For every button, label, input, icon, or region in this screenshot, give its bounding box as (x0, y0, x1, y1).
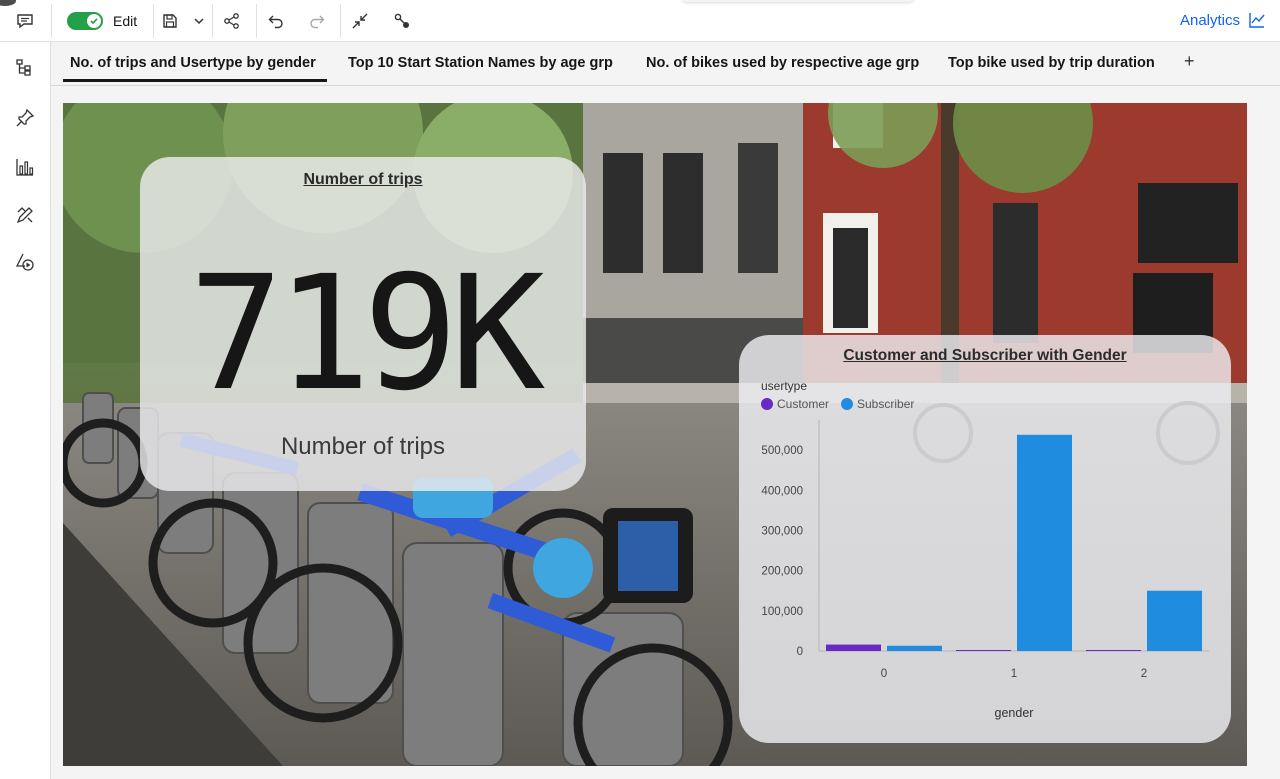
kpi-number-of-trips[interactable]: Number of trips 719K Number of trips (140, 157, 586, 491)
y-tick-label: 100,000 (761, 606, 803, 618)
kpi-title: Number of trips (303, 171, 423, 188)
y-tick-label: 300,000 (761, 525, 803, 537)
connect-icon[interactable] (390, 9, 414, 33)
tab-trips-usertype-gender[interactable]: No. of trips and Usertype by gender (70, 55, 316, 71)
toolbar-divider (212, 4, 213, 38)
dashboard-canvas: Number of trips 719K Number of trips Cus… (63, 103, 1247, 766)
tab-top-10-start-stations[interactable]: Top 10 Start Station Names by age grp (348, 55, 613, 71)
redo-icon[interactable] (305, 9, 329, 33)
shapes-play-icon[interactable] (13, 250, 37, 274)
undo-icon[interactable] (264, 9, 288, 33)
bar-subscriber-gender-1 (1017, 434, 1072, 651)
tab-top-bike-trip-duration[interactable]: Top bike used by trip duration (948, 55, 1155, 71)
top-toolbar: Edit Analytics (0, 0, 1280, 42)
share-icon[interactable] (220, 9, 244, 33)
comment-icon[interactable] (13, 9, 37, 33)
y-tick-label: 500,000 (761, 445, 803, 457)
x-axis-label: gender (995, 706, 1034, 720)
toolbar-divider (256, 4, 257, 38)
chart-customer-subscriber-gender[interactable]: Customer and Subscriber with Gender user… (739, 335, 1231, 743)
save-icon[interactable] (158, 9, 182, 33)
kpi-label: Number of trips (280, 433, 446, 460)
edit-toggle[interactable] (67, 12, 103, 30)
paint-tools-icon[interactable] (13, 203, 37, 227)
toolbar-divider (340, 4, 341, 38)
add-tab-button[interactable]: + (1184, 51, 1195, 72)
left-rail (0, 42, 51, 779)
bar-subscriber-gender-2 (1147, 590, 1202, 651)
y-tick-label: 400,000 (761, 485, 803, 497)
toolbar-divider (153, 4, 154, 38)
bar-subscriber-gender-0 (887, 645, 942, 651)
toolbar-divider (51, 4, 52, 38)
avatar-blob (0, 0, 16, 6)
x-tick-label: 0 (881, 668, 887, 680)
bar-chart-icon[interactable] (13, 155, 37, 179)
tab-bar: No. of trips and Usertype by gender Top … (51, 42, 1280, 86)
x-tick-label: 2 (1141, 668, 1147, 680)
chevron-down-icon[interactable] (187, 9, 211, 33)
bar-customer-gender-2 (1086, 650, 1141, 651)
active-tab-indicator (63, 79, 327, 82)
pin-icon[interactable] (13, 106, 37, 130)
analytics-link[interactable]: Analytics (1180, 12, 1240, 29)
edit-label: Edit (113, 13, 138, 29)
kpi-value: 719K (188, 242, 546, 426)
hierarchy-icon[interactable] (13, 56, 37, 80)
analytics-chart-icon[interactable] (1248, 11, 1266, 29)
collapse-icon[interactable] (348, 9, 372, 33)
x-tick-label: 1 (1011, 668, 1017, 680)
bar-customer-gender-0 (826, 644, 881, 651)
y-tick-label: 0 (797, 646, 803, 658)
check-icon (87, 14, 101, 28)
bar-chart: 0 100,000 200,000 300,000 400,000 500,000 0 1 2 g… (761, 420, 1209, 720)
bar-customer-gender-1 (956, 650, 1011, 651)
floating-panel-edge (682, 0, 914, 2)
tab-bikes-by-age-grp[interactable]: No. of bikes used by respective age grp (646, 55, 919, 71)
y-tick-label: 200,000 (761, 566, 803, 578)
